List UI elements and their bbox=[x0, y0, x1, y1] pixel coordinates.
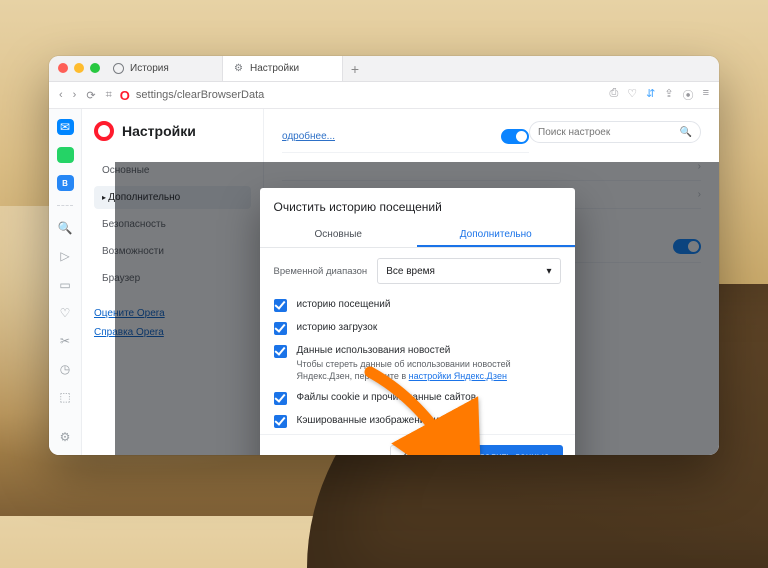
forward-button[interactable]: › bbox=[73, 89, 77, 102]
modal-title: Очистить историю посещений bbox=[260, 188, 575, 222]
setting-row[interactable]: одробнее... bbox=[282, 121, 529, 153]
settings-rail-icon[interactable]: ⚙ bbox=[57, 429, 74, 445]
page-title: Настройки bbox=[122, 123, 196, 139]
whatsapp-icon[interactable] bbox=[57, 147, 74, 163]
modal-overlay[interactable]: Очистить историю посещений Основные Допо… bbox=[115, 162, 719, 455]
export-icon[interactable]: ⇪ bbox=[664, 87, 673, 103]
snapshot-icon[interactable]: ✂ bbox=[57, 333, 74, 349]
yandex-zen-settings-link[interactable]: настройки Яндекс.Дзен bbox=[409, 371, 507, 381]
opt-cache: Кэшированные изображения и файлы bbox=[297, 414, 475, 428]
play-icon[interactable]: ▷ bbox=[57, 248, 74, 264]
settings-page: Настройки Основные Дополнительно Безопас… bbox=[82, 109, 719, 455]
opera-icon: O bbox=[120, 88, 130, 103]
opt-news-title: Данные использования новостей bbox=[297, 344, 561, 358]
checkbox-downloads[interactable] bbox=[274, 322, 287, 335]
tab-history[interactable]: История bbox=[103, 56, 223, 81]
content-area: ✉ B 🔍 ▷ ▭ ♡ ✂ ◷ ⬚ ⚙ Настройки Основные bbox=[49, 109, 719, 455]
modal-tab-basic[interactable]: Основные bbox=[260, 222, 418, 247]
modal-tab-advanced[interactable]: Дополнительно bbox=[417, 222, 575, 247]
url-bar: ‹ › ⟳ ⌗ O settings/clearBrowserData ⎙ ♡ … bbox=[49, 82, 719, 109]
tab-label: Настройки bbox=[250, 63, 299, 74]
time-range-select[interactable]: Все время ▾ bbox=[377, 258, 560, 284]
tabs-panel-icon[interactable]: ▭ bbox=[57, 276, 74, 292]
delete-data-button[interactable]: Удалить данные bbox=[460, 445, 562, 455]
vk-icon[interactable]: B bbox=[57, 175, 74, 191]
settings-search: 🔍 bbox=[529, 121, 701, 143]
toggle-switch[interactable] bbox=[501, 129, 529, 144]
reload-button[interactable]: ⟳ bbox=[86, 89, 95, 102]
extensions-icon[interactable]: ⬚ bbox=[57, 389, 74, 405]
close-window-button[interactable] bbox=[58, 63, 68, 73]
new-tab-button[interactable]: + bbox=[343, 56, 367, 81]
search-icon[interactable]: 🔍 bbox=[57, 220, 74, 236]
camera-icon[interactable]: ⎙ bbox=[609, 87, 618, 103]
browser-window: История ⚙ Настройки + ‹ › ⟳ ⌗ O settings… bbox=[49, 56, 719, 455]
maximize-window-button[interactable] bbox=[90, 63, 100, 73]
checkbox-cache[interactable] bbox=[274, 415, 287, 428]
chevron-down-icon: ▾ bbox=[546, 266, 551, 277]
search-icon: 🔍 bbox=[680, 127, 692, 138]
time-range-label: Временной диапазон bbox=[274, 266, 368, 277]
tab-strip: История ⚙ Настройки + bbox=[49, 56, 719, 82]
opt-cookies: Файлы cookie и прочие данные сайтов bbox=[297, 391, 477, 405]
sync-icon[interactable]: ⇵ bbox=[646, 87, 655, 103]
apps-button[interactable]: ⌗ bbox=[106, 89, 112, 102]
tab-label: История bbox=[130, 63, 169, 74]
setting-link[interactable]: одробнее... bbox=[282, 131, 335, 142]
gear-icon: ⚙ bbox=[233, 63, 244, 74]
checkbox-news[interactable] bbox=[274, 345, 287, 358]
url-text[interactable]: settings/clearBrowserData bbox=[136, 89, 264, 101]
cancel-button[interactable]: Отмена bbox=[390, 445, 452, 455]
minimize-window-button[interactable] bbox=[74, 63, 84, 73]
opera-logo-icon bbox=[94, 121, 114, 141]
history-icon bbox=[113, 63, 124, 74]
heart-icon[interactable]: ♡ bbox=[627, 87, 637, 103]
search-input[interactable] bbox=[538, 127, 674, 138]
side-rail: ✉ B 🔍 ▷ ▭ ♡ ✂ ◷ ⬚ ⚙ bbox=[49, 109, 82, 455]
opt-history: историю посещений bbox=[297, 298, 391, 312]
back-button[interactable]: ‹ bbox=[59, 89, 63, 102]
clear-data-modal: Очистить историю посещений Основные Допо… bbox=[260, 188, 575, 455]
history-rail-icon[interactable]: ◷ bbox=[57, 361, 74, 377]
menu-icon[interactable]: ≡ bbox=[703, 87, 709, 103]
tab-settings[interactable]: ⚙ Настройки bbox=[223, 56, 343, 81]
time-range-value: Все время bbox=[386, 266, 435, 277]
opt-downloads: историю загрузок bbox=[297, 321, 378, 335]
bookmarks-icon[interactable]: ♡ bbox=[57, 305, 74, 321]
toggle-icon[interactable]: ⦿ bbox=[683, 87, 694, 103]
window-controls bbox=[58, 63, 100, 73]
messenger-icon[interactable]: ✉ bbox=[57, 119, 74, 135]
checkbox-history[interactable] bbox=[274, 299, 287, 312]
checkbox-cookies[interactable] bbox=[274, 392, 287, 405]
